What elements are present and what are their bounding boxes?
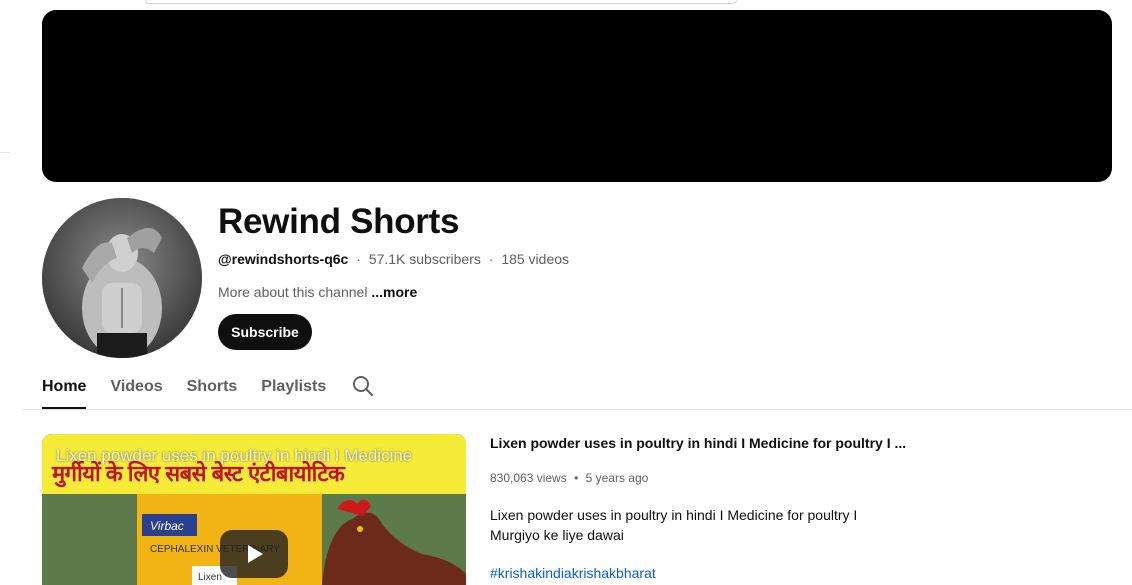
- meta-dot: •: [574, 471, 579, 485]
- tab-home[interactable]: Home: [42, 364, 87, 409]
- tab-playlists[interactable]: Playlists: [261, 364, 326, 409]
- upload-age: 5 years ago: [585, 471, 649, 485]
- description-line: Lixen powder uses in poultry in hindi I …: [490, 507, 858, 523]
- channel-meta: @rewindshorts-q6c · 57.1K subscribers · …: [218, 251, 569, 267]
- featured-video-thumbnail[interactable]: Virbac CEPHALEXIN VETERINARY Lixen मुर्ग…: [42, 434, 466, 585]
- sidebar-divider: [0, 152, 10, 153]
- featured-video-title[interactable]: Lixen powder uses in poultry in hindi I …: [490, 435, 906, 451]
- about-more-link[interactable]: ...more: [371, 284, 417, 300]
- thumbnail-overlay-title: Lixen powder uses in poultry in hindi I …: [56, 446, 413, 465]
- featured-video-description: Lixen powder uses in poultry in hindi I …: [490, 505, 880, 545]
- subscriber-count: 57.1K subscribers: [368, 251, 481, 267]
- thumbnail-brand: Virbac: [150, 519, 184, 533]
- channel-handle: @rewindshorts-q6c: [218, 251, 349, 267]
- channel-avatar[interactable]: [42, 198, 202, 358]
- description-line: Murgiyo ke liye dawai: [490, 527, 624, 543]
- hashtag-link[interactable]: #krishakindiakrishakbharat: [490, 565, 656, 581]
- view-count: 830,063 views: [490, 471, 567, 485]
- search-bar-edge: [145, 0, 737, 4]
- play-icon: [248, 545, 263, 563]
- tab-videos[interactable]: Videos: [110, 364, 162, 409]
- thumbnail-pack-label: Lixen: [198, 572, 222, 583]
- meta-separator: ·: [356, 251, 361, 267]
- channel-tabs: Home Videos Shorts Playlists: [42, 364, 350, 409]
- meta-separator: ·: [488, 251, 494, 267]
- tabs-divider: [22, 409, 1132, 410]
- channel-about[interactable]: More about this channel ...more: [218, 284, 417, 300]
- channel-name: Rewind Shorts: [218, 202, 460, 241]
- channel-banner: [42, 10, 1112, 182]
- subscribe-button[interactable]: Subscribe: [218, 314, 312, 350]
- search-icon[interactable]: [351, 374, 375, 398]
- about-text: More about this channel: [218, 284, 368, 300]
- play-button[interactable]: [220, 530, 288, 578]
- featured-video-meta: 830,063 views • 5 years ago: [490, 471, 648, 485]
- video-count: 185 videos: [501, 251, 570, 267]
- tab-shorts[interactable]: Shorts: [187, 364, 238, 409]
